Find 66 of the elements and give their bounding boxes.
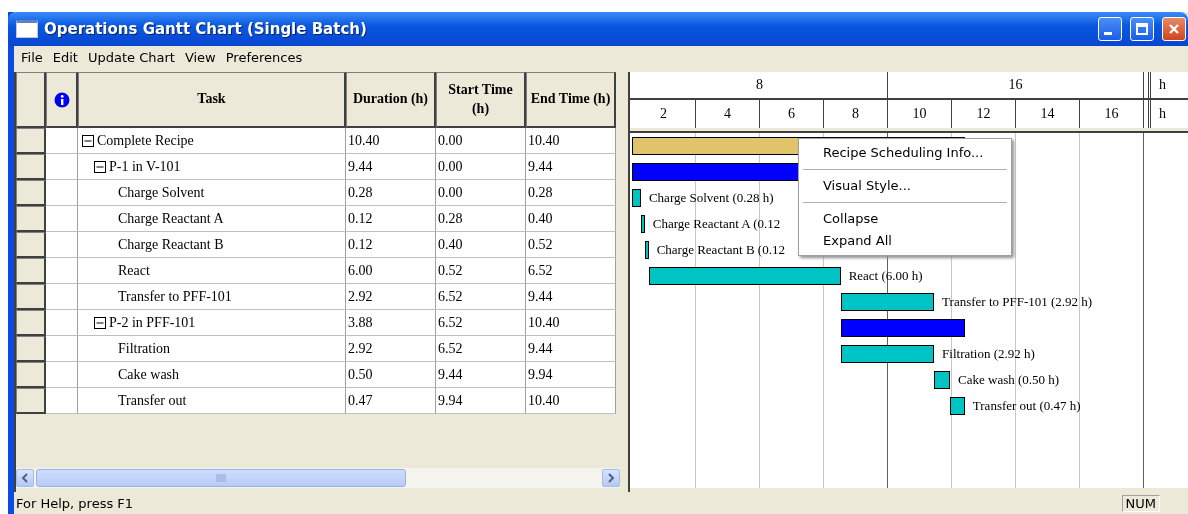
axis-label: 16: [888, 72, 1144, 98]
status-indicator: NUM: [1121, 494, 1160, 512]
table-cell: 9.44: [526, 284, 616, 310]
task-name: Complete Recipe: [97, 132, 194, 149]
table-cell: 9.44: [436, 362, 526, 388]
table-cell: 0.28: [436, 206, 526, 232]
axis-label: 4: [696, 100, 760, 128]
task-name: React: [118, 262, 150, 279]
axis-label: 2: [632, 100, 696, 128]
table-cell: 10.40: [526, 388, 616, 414]
axis-label: 10: [888, 100, 952, 128]
axis-label: 12: [952, 100, 1016, 128]
table-cell: 0.00: [436, 180, 526, 206]
bar-label: Transfer out (0.47 h): [972, 397, 1081, 415]
bar-label: Cake wash (0.50 h): [958, 371, 1060, 389]
status-text: For Help, press F1: [15, 495, 135, 511]
table-cell: 9.44: [526, 154, 616, 180]
task-name: P-2 in PFF-101: [109, 314, 196, 331]
unit-label: h: [1148, 72, 1166, 98]
table-cell: 0.40: [526, 206, 616, 232]
table-cell: 0.00: [436, 128, 526, 154]
table-cell: 0.28: [526, 180, 616, 206]
table-cell: 3.88: [346, 310, 436, 336]
table-cell: 0.40: [436, 232, 526, 258]
bar-label: Transfer to PFF-101 (2.92 h): [942, 293, 1093, 311]
table-cell: 6.00: [346, 258, 436, 284]
table-cell: 2.92: [346, 336, 436, 362]
table-cell: 9.94: [436, 388, 526, 414]
table-cell: 0.52: [436, 258, 526, 284]
task-name: Transfer to PFF-101: [118, 288, 232, 305]
task-name: Filtration: [118, 340, 171, 357]
table-cell: 10.40: [526, 310, 616, 336]
task-name: Charge Solvent: [118, 184, 205, 201]
bar-label: Filtration (2.92 h): [942, 345, 1035, 363]
table-cell: 6.52: [436, 336, 526, 362]
task-name: P-1 in V-101: [109, 158, 181, 175]
table-cell: 2.92: [346, 284, 436, 310]
axis-label: 16: [1080, 100, 1144, 128]
unit-label: h: [1148, 100, 1166, 128]
axis-label: 8: [632, 72, 888, 98]
axis-label: 8: [824, 100, 888, 128]
table-cell: 9.44: [526, 336, 616, 362]
table-cell: 10.40: [526, 128, 616, 154]
table-cell: 0.50: [346, 362, 436, 388]
bar-label: Charge Reactant B (0.12: [656, 241, 785, 259]
table-cell: 9.94: [526, 362, 616, 388]
table-cell: 0.47: [346, 388, 436, 414]
table-cell: 6.52: [526, 258, 616, 284]
task-name: Charge Reactant A: [118, 210, 224, 227]
table-cell: 0.12: [346, 232, 436, 258]
table-cell: 6.52: [436, 310, 526, 336]
axis-label: 6: [760, 100, 824, 128]
bar-label: Charge Reactant A (0.12: [652, 215, 781, 233]
task-name: Charge Reactant B: [118, 236, 224, 253]
table-cell: 10.40: [346, 128, 436, 154]
task-name: Cake wash: [118, 366, 180, 383]
window-title: Operations Gantt Chart (Single Batch): [44, 20, 368, 38]
table-cell: 0.28: [346, 180, 436, 206]
table-cell: 0.12: [346, 206, 436, 232]
table-cell: 9.44: [346, 154, 436, 180]
table-cell: 0.00: [436, 154, 526, 180]
task-name: Transfer out: [118, 392, 187, 409]
table-cell: 0.52: [526, 232, 616, 258]
table-cell: 6.52: [436, 284, 526, 310]
bar-label: Charge Solvent (0.28 h): [648, 189, 774, 207]
axis-label: 14: [1016, 100, 1080, 128]
